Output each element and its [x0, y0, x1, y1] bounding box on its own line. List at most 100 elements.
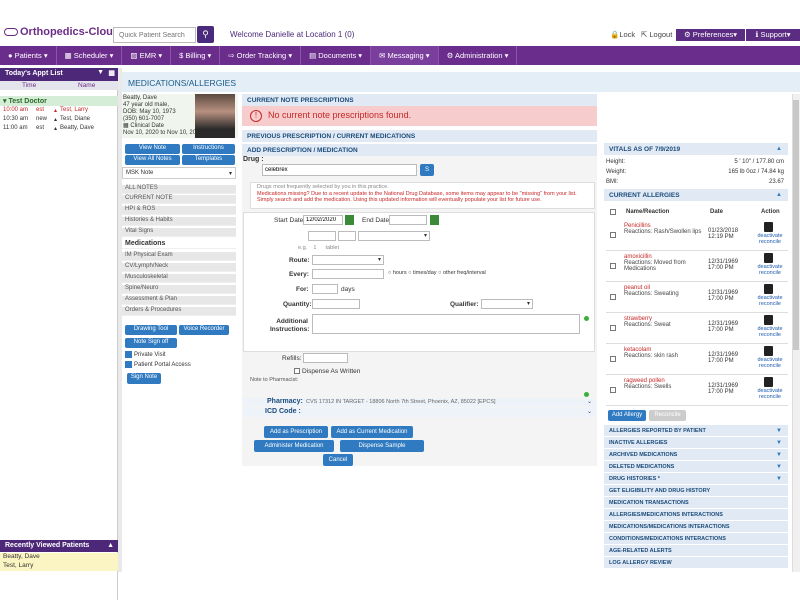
sign-note-button[interactable]: Sign Note: [127, 373, 161, 384]
dispense-as-written-checkbox[interactable]: Dispense As Written: [294, 368, 360, 375]
recent-patients-header[interactable]: Recently Viewed Patients ▲: [0, 540, 118, 552]
trash-icon[interactable]: [764, 315, 773, 325]
collapsible-section[interactable]: ARCHIVED MEDICATIONS ▼: [604, 449, 788, 461]
nav-documents[interactable]: ▤ Documents ▾: [301, 46, 372, 65]
reconcile-link[interactable]: reconcile: [756, 239, 784, 245]
collapsible-section[interactable]: CONDITIONS/MEDICATIONS INTERACTIONS: [604, 533, 788, 545]
collapsible-section[interactable]: ALLERGIES REPORTED BY PATIENT ▼: [604, 425, 788, 437]
add-as-prescription-button[interactable]: Add as Prescription: [264, 426, 328, 438]
collapsible-section[interactable]: AGE-RELATED ALERTS: [604, 545, 788, 557]
start-date-input[interactable]: [303, 215, 343, 225]
dose-form-select[interactable]: ▾: [358, 231, 430, 241]
logout-button[interactable]: ⇱ Logout: [641, 30, 672, 39]
voice-recorder-button[interactable]: Voice Recorder: [179, 325, 229, 335]
allergy-checkbox[interactable]: [610, 294, 616, 300]
recent-patient-item[interactable]: Test, Larry: [0, 562, 118, 571]
reconcile-link[interactable]: reconcile: [756, 394, 784, 400]
reconcile-button[interactable]: Reconcile: [649, 410, 686, 421]
reconcile-link[interactable]: reconcile: [756, 332, 784, 338]
menu-vital-signs[interactable]: Vital Signs: [122, 228, 236, 237]
add-prescription-header[interactable]: ADD PRESCRIPTION / MEDICATION: [242, 144, 597, 156]
radio-other[interactable]: ○: [438, 270, 441, 276]
menu-histories[interactable]: Histories & Habits: [122, 217, 236, 226]
menu-musculoskeletal[interactable]: Musculoskeletal: [122, 274, 236, 283]
collapsible-section[interactable]: DELETED MEDICATIONS ▼: [604, 461, 788, 473]
collapsible-section[interactable]: MEDICATIONS/MEDICATIONS INTERACTIONS: [604, 521, 788, 533]
view-note-button[interactable]: View Note: [125, 144, 180, 154]
collapsible-section[interactable]: MEDICATION TRANSACTIONS: [604, 497, 788, 509]
trash-icon[interactable]: [764, 377, 773, 387]
menu-physical-exam[interactable]: IM Physical Exam: [122, 252, 236, 261]
collapsible-section[interactable]: LOG ALLERGY REVIEW: [604, 557, 788, 569]
instructions-button[interactable]: Instructions: [182, 144, 235, 154]
allergy-checkbox[interactable]: [610, 325, 616, 331]
menu-hpi-ros[interactable]: HPI & ROS: [122, 206, 236, 215]
quantity-input[interactable]: [312, 299, 360, 309]
nav-billing[interactable]: $ Billing ▾: [171, 46, 221, 65]
add-as-current-medication-button[interactable]: Add as Current Medication: [331, 426, 413, 438]
patient-search-input[interactable]: [113, 27, 196, 43]
every-input[interactable]: [312, 269, 384, 279]
current-note-prescriptions-header[interactable]: CURRENT NOTE PRESCRIPTIONS: [242, 94, 597, 106]
drug-input[interactable]: [262, 164, 417, 176]
nav-scheduler[interactable]: ▦ Scheduler ▾: [57, 46, 123, 65]
doctor-row[interactable]: ▾ Test Doctor: [0, 96, 118, 106]
collapsible-section[interactable]: GET ELIGIBILITY AND DRUG HISTORY: [604, 485, 788, 497]
trash-icon[interactable]: [764, 346, 773, 356]
for-days-input[interactable]: [312, 284, 338, 294]
panel-divider[interactable]: [118, 68, 122, 572]
allergy-checkbox[interactable]: [610, 232, 616, 238]
collapsible-section[interactable]: ALLERGIES/MEDICATIONS INTERACTIONS: [604, 509, 788, 521]
qualifier-select[interactable]: ▾: [481, 299, 533, 309]
menu-spine-neuro[interactable]: Spine/Neuro: [122, 285, 236, 294]
previous-prescriptions-header[interactable]: PREVIOUS PRESCRIPTION / CURRENT MEDICATI…: [242, 130, 597, 142]
preferences-button[interactable]: ⚙ Preferences▾: [676, 29, 745, 41]
allergy-checkbox[interactable]: [610, 387, 616, 393]
patient-name[interactable]: Beatty, Dave: [123, 95, 203, 102]
menu-current-note[interactable]: CURRENT NOTE: [122, 195, 236, 204]
calendar-icon[interactable]: [430, 215, 439, 225]
allergy-checkbox[interactable]: [610, 356, 616, 362]
dose-amount-input[interactable]: [308, 231, 336, 241]
reconcile-link[interactable]: reconcile: [756, 363, 784, 369]
end-date-input[interactable]: [389, 215, 427, 225]
note-type-select[interactable]: MSK Note ▾: [122, 167, 236, 179]
scrollbar-thumb[interactable]: [793, 100, 799, 350]
instructions-textarea[interactable]: [312, 314, 580, 334]
appt-row[interactable]: 10:30 am new ▴ Test, Diane: [0, 116, 118, 125]
menu-orders[interactable]: Orders & Procedures: [122, 307, 236, 316]
radio-times-day[interactable]: ○: [408, 270, 411, 276]
menu-cv-lymph[interactable]: CV/Lymph/Neck: [122, 263, 236, 272]
app-logo[interactable]: Orthopedics-Cloud: [4, 26, 120, 38]
trash-icon[interactable]: [764, 253, 773, 263]
portal-access-checkbox[interactable]: Patient Portal Access: [125, 361, 191, 368]
route-select[interactable]: ▾: [312, 255, 384, 265]
support-button[interactable]: ℹ Support▾: [746, 29, 800, 41]
select-all-checkbox[interactable]: [610, 209, 616, 215]
radio-hours[interactable]: ○: [388, 270, 391, 276]
nav-emr[interactable]: ▨ EMR ▾: [122, 46, 172, 65]
dispense-sample-button[interactable]: Dispense Sample: [340, 440, 424, 452]
calendar-icon[interactable]: [345, 215, 354, 225]
collapsible-section[interactable]: DRUG HISTORIES * ▼: [604, 473, 788, 485]
refills-input[interactable]: [303, 353, 348, 363]
reconcile-link[interactable]: reconcile: [756, 270, 784, 276]
view-all-notes-button[interactable]: View All Notes: [125, 155, 180, 165]
private-visit-checkbox[interactable]: Private Visit: [125, 351, 166, 358]
templates-button[interactable]: Templates: [182, 155, 235, 165]
drawing-tool-button[interactable]: Drawing Tool: [125, 325, 177, 335]
nav-administration[interactable]: ⚙ Administration ▾: [439, 46, 518, 65]
menu-all-notes[interactable]: ALL NOTES: [122, 185, 236, 194]
appt-row[interactable]: 10:00 am est ▴ Test, Larry: [0, 107, 118, 116]
reconcile-link[interactable]: reconcile: [756, 301, 784, 307]
add-allergy-button[interactable]: Add Allergy: [608, 410, 646, 421]
pharmacy-row[interactable]: Pharmacy: CVS 17312 IN TARGET - 18806 No…: [243, 398, 595, 407]
pharmacist-note-textarea[interactable]: [250, 384, 582, 398]
drug-search-button[interactable]: S: [420, 164, 434, 176]
recent-patient-item[interactable]: Beatty, Dave: [0, 553, 118, 562]
icd-code-row[interactable]: ICD Code : ⌄: [243, 408, 595, 417]
menu-assessment[interactable]: Assessment & Plan: [122, 296, 236, 305]
current-allergies-header[interactable]: CURRENT ALLERGIES ▲: [604, 189, 788, 201]
trash-icon[interactable]: [764, 222, 773, 232]
nav-messaging[interactable]: ✉ Messaging ▾: [371, 46, 439, 65]
